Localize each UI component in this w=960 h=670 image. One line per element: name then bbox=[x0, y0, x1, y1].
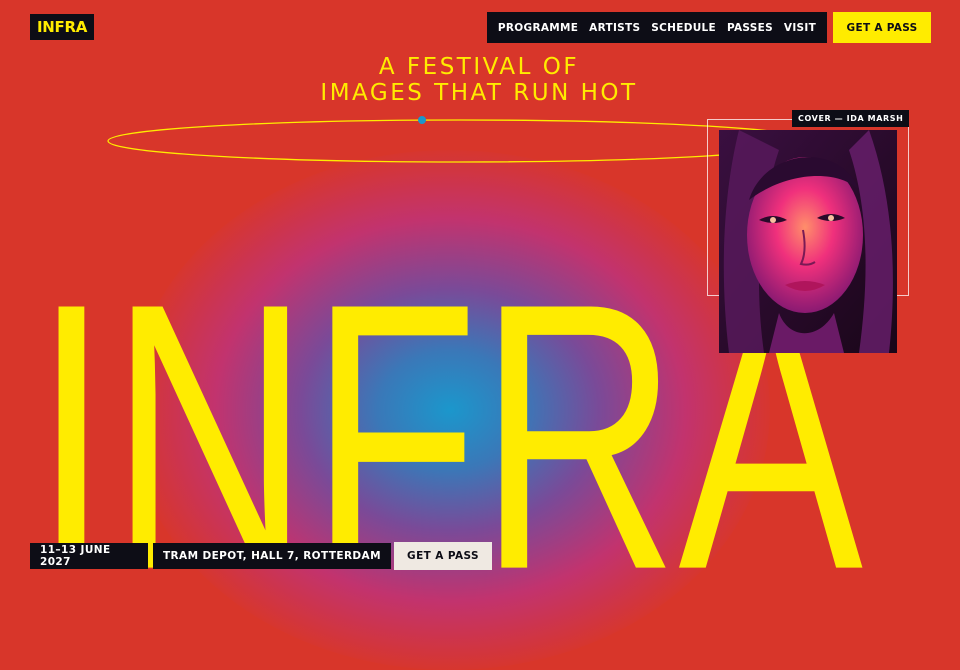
cover-portrait-image[interactable] bbox=[719, 130, 897, 353]
cover-credit-label: COVER — IDA MARSH bbox=[792, 110, 910, 127]
event-date-badge: 11–13 JUNE 2027 bbox=[30, 543, 148, 569]
venue-badge: TRAM DEPOT, HALL 7, ROTTERDAM bbox=[153, 543, 391, 569]
orbit-dot bbox=[418, 116, 426, 124]
get-a-pass-bottom-button[interactable]: GET A PASS bbox=[394, 542, 492, 570]
